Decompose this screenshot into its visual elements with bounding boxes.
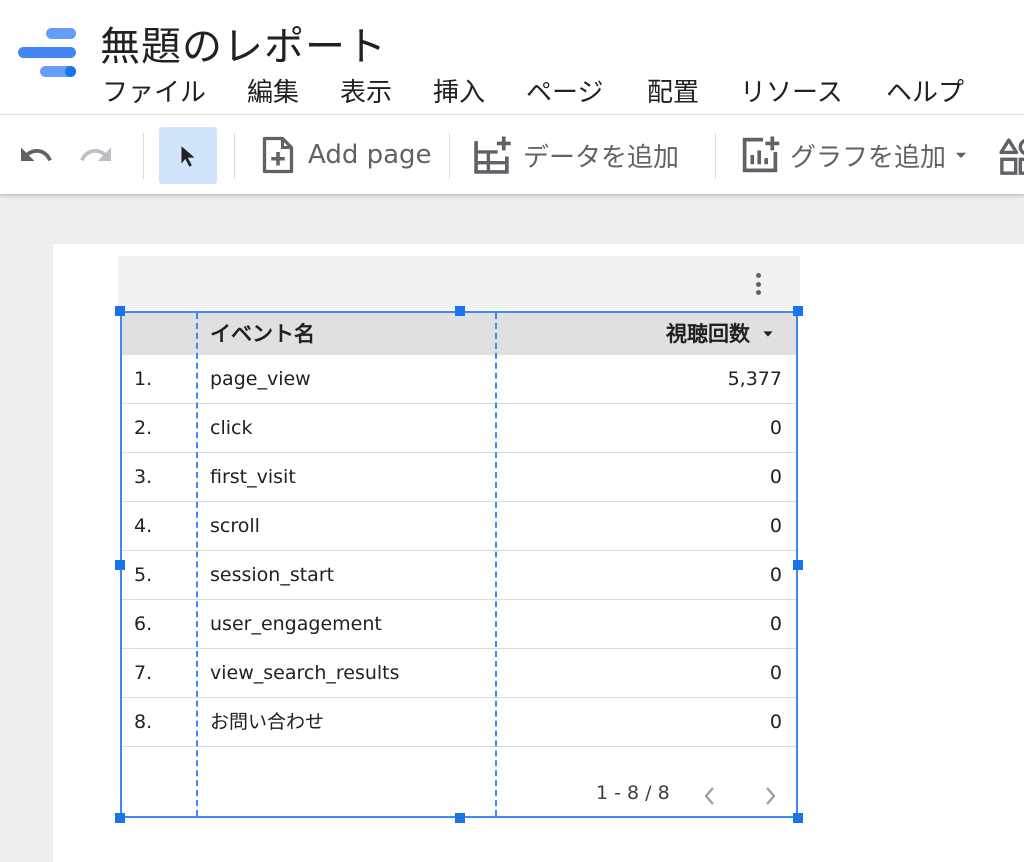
column-divider-guide[interactable] bbox=[196, 313, 198, 816]
add-chart-button[interactable]: グラフを追加 bbox=[740, 135, 970, 175]
event-name-cell: お問い合わせ bbox=[210, 711, 325, 733]
previous-page-button[interactable] bbox=[698, 782, 722, 810]
row-index: 5. bbox=[134, 564, 153, 586]
event-name-cell: view_search_results bbox=[210, 662, 400, 684]
cursor-arrow-icon bbox=[181, 145, 195, 167]
undo-button[interactable] bbox=[18, 137, 54, 173]
resize-handle-top-right[interactable] bbox=[793, 306, 803, 316]
add-page-icon bbox=[262, 136, 294, 174]
next-page-button[interactable] bbox=[758, 782, 782, 810]
kebab-dot bbox=[755, 281, 761, 287]
menu-insert[interactable]: 挿入 bbox=[433, 72, 485, 109]
table-row[interactable]: 3. first_visit 0 bbox=[122, 453, 796, 502]
views-cell: 0 bbox=[769, 711, 782, 733]
add-chart-label: グラフを追加 bbox=[790, 142, 947, 173]
report-title[interactable]: 無題のレポート bbox=[100, 14, 387, 72]
pagination-range: 1 - 8 / 8 bbox=[596, 782, 670, 804]
undo-icon bbox=[21, 147, 52, 161]
views-cell: 5,377 bbox=[727, 368, 782, 390]
chevron-left-icon bbox=[704, 787, 714, 805]
menu-file[interactable]: ファイル bbox=[102, 72, 206, 109]
select-tool-button[interactable] bbox=[159, 127, 217, 184]
kebab-dot bbox=[755, 290, 761, 295]
chevron-down-icon bbox=[955, 152, 967, 158]
table-row[interactable]: 4. scroll 0 bbox=[122, 502, 796, 551]
logo-bar-top bbox=[46, 28, 76, 39]
toolbar-separator bbox=[449, 133, 450, 179]
column-header-views[interactable]: 視聴回数 bbox=[666, 313, 750, 355]
resize-handle-bottom-right[interactable] bbox=[793, 813, 803, 823]
row-index: 1. bbox=[134, 368, 153, 390]
event-name-cell: click bbox=[210, 417, 253, 439]
row-index: 4. bbox=[134, 515, 153, 537]
kebab-dot bbox=[755, 273, 761, 278]
table-header-row: イベント名 視聴回数 bbox=[122, 313, 796, 355]
resize-handle-top-left[interactable] bbox=[115, 306, 125, 316]
table-row[interactable]: 2. click 0 bbox=[122, 404, 796, 453]
row-index: 6. bbox=[134, 613, 153, 635]
chart-header-bar bbox=[118, 256, 800, 310]
more-options-icon[interactable] bbox=[748, 270, 768, 298]
add-page-button[interactable]: Add page bbox=[260, 135, 432, 175]
menu-help[interactable]: ヘルプ bbox=[886, 72, 964, 109]
add-data-button[interactable]: データを追加 bbox=[473, 135, 679, 175]
add-control-button[interactable] bbox=[998, 137, 1024, 177]
views-cell: 0 bbox=[769, 515, 782, 537]
event-name-cell: scroll bbox=[210, 515, 260, 537]
looker-studio-logo[interactable] bbox=[18, 26, 76, 80]
resize-handle-bottom[interactable] bbox=[455, 813, 465, 823]
row-index: 8. bbox=[134, 711, 153, 733]
table-row[interactable]: 5. session_start 0 bbox=[122, 551, 796, 600]
app-header: 無題のレポート ファイル 編集 表示 挿入 ページ 配置 リソース ヘルプ bbox=[0, 0, 1024, 115]
add-chart-icon bbox=[742, 136, 780, 173]
toolbar: Add page データを追加 グラフを追加 bbox=[0, 115, 1024, 195]
menu-view[interactable]: 表示 bbox=[340, 72, 392, 109]
add-data-label: データを追加 bbox=[523, 142, 680, 173]
controls-icon bbox=[999, 138, 1024, 175]
redo-button[interactable] bbox=[78, 137, 114, 173]
views-cell: 0 bbox=[769, 466, 782, 488]
toolbar-separator bbox=[234, 133, 235, 179]
table-chart[interactable]: イベント名 視聴回数 1. page_view 5,377 2. click 0 3. fir… bbox=[120, 311, 798, 818]
resize-handle-right[interactable] bbox=[793, 560, 803, 570]
table-row[interactable]: 1. page_view 5,377 bbox=[122, 355, 796, 404]
event-name-cell: page_view bbox=[210, 368, 311, 390]
table-row[interactable]: 8. お問い合わせ 0 bbox=[122, 698, 796, 747]
toolbar-separator bbox=[143, 133, 144, 179]
views-cell: 0 bbox=[769, 564, 782, 586]
sort-descending-icon[interactable] bbox=[760, 326, 776, 342]
table-row[interactable]: 6. user_engagement 0 bbox=[122, 600, 796, 649]
column-header-event-name[interactable]: イベント名 bbox=[210, 313, 315, 355]
resize-handle-top[interactable] bbox=[455, 306, 465, 316]
row-index: 3. bbox=[134, 466, 153, 488]
row-index: 7. bbox=[134, 662, 153, 684]
column-divider-guide[interactable] bbox=[495, 313, 497, 816]
resize-handle-bottom-left[interactable] bbox=[115, 813, 125, 823]
menu-resource[interactable]: リソース bbox=[740, 72, 843, 109]
event-name-cell: session_start bbox=[210, 564, 335, 586]
toolbar-separator bbox=[715, 133, 716, 179]
redo-icon bbox=[80, 147, 111, 161]
views-cell: 0 bbox=[769, 613, 782, 635]
row-index: 2. bbox=[134, 417, 153, 439]
event-name-cell: first_visit bbox=[210, 466, 296, 488]
add-data-icon bbox=[474, 136, 511, 174]
menu-page[interactable]: ページ bbox=[526, 72, 603, 109]
add-page-label: Add page bbox=[308, 140, 432, 170]
menu-arrange[interactable]: 配置 bbox=[647, 72, 699, 109]
table-row[interactable]: 7. view_search_results 0 bbox=[122, 649, 796, 698]
views-cell: 0 bbox=[769, 417, 782, 439]
resize-handle-left[interactable] bbox=[115, 560, 125, 570]
chevron-right-icon bbox=[766, 787, 776, 805]
logo-bar-middle bbox=[18, 47, 76, 58]
views-cell: 0 bbox=[769, 662, 782, 684]
logo-dot-bottom bbox=[65, 66, 76, 77]
event-name-cell: user_engagement bbox=[210, 613, 382, 635]
menu-edit[interactable]: 編集 bbox=[247, 72, 299, 109]
